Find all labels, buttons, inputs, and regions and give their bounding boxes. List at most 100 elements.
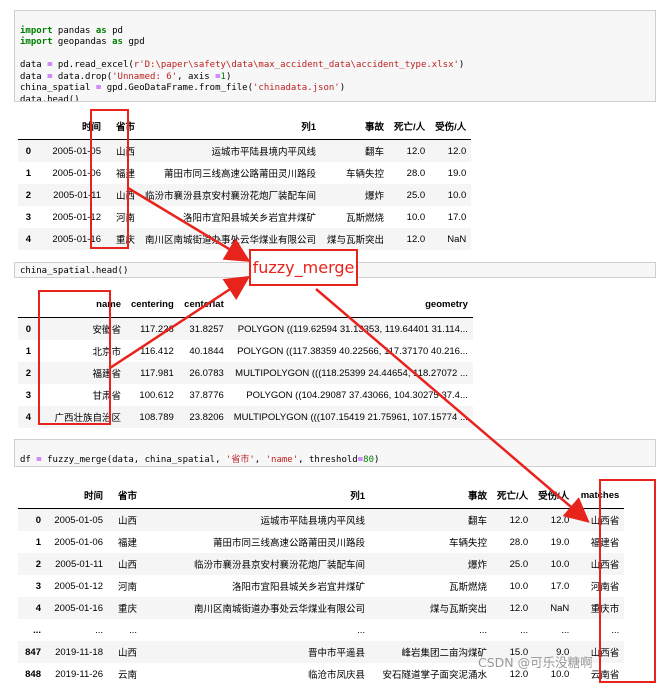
code-line: data = data.drop('Unnamed: 6', axis =1) [20, 71, 232, 82]
table-cell: NaN [447, 233, 467, 245]
table-cell: 福建 [117, 538, 137, 549]
table-cell: 25.0 [406, 189, 426, 201]
column-header: geometry [228, 291, 473, 318]
table-cell: 山西 [117, 560, 137, 571]
table-cell: ... [479, 624, 487, 636]
table-cell: ... [95, 624, 103, 636]
table-cell: 2005-01-16 [54, 602, 103, 614]
column-header: matches [574, 482, 625, 509]
table-cell: 云南 [117, 670, 137, 681]
code-line: df [20, 466, 31, 467]
row-index: 4 [35, 602, 41, 614]
table-cell: 25.0 [509, 558, 529, 570]
table-row: ........................ [18, 619, 625, 641]
column-header: 事故 [321, 113, 390, 140]
table-cell: 福建省 [590, 538, 620, 549]
fuzzy-merge-label: fuzzy_merge [249, 249, 358, 286]
table-cell: 19.0 [447, 167, 467, 179]
table-row: 4 广西壮族自治区 108.789 23.8206 MULTIPOLYGON (((10… [18, 406, 473, 428]
row-index: 2 [25, 189, 31, 201]
table-cell: ... [520, 624, 529, 636]
row-index: 0 [35, 514, 41, 526]
table-cell: 12.0 [509, 514, 529, 526]
table-cell: 12.0 [406, 233, 426, 245]
table-row: 1 2005-01-06 福建 莆田市同三线高速公路莆田灵川路段 车辆失控 28.0 19.… [18, 531, 625, 553]
table-cell: 10.0 [447, 189, 467, 201]
table-cell: 福建省 [92, 369, 121, 380]
table-cell: 2019-11-18 [55, 646, 103, 658]
table-cell: 12.0 [550, 514, 570, 526]
table-cell: 莆田市同三线高速公路莆田灵川路段 [212, 538, 365, 549]
table-cell: 运城市平陆县境内平风线 [211, 147, 317, 158]
table-cell: POLYGON ((119.62594 31.13353, 119.64401 … [237, 323, 468, 335]
table-row: 2 福建省 117.981 26.0783 MULTIPOLYGON (((118.25… [18, 362, 473, 384]
code-cell-fuzzy-merge[interactable]: df = fuzzy_merge(data, china_spatial, '省… [14, 439, 656, 467]
table-cell: 2005-01-06 [52, 167, 101, 179]
column-header: 列1 [140, 113, 322, 140]
table-cell: 山西 [115, 191, 135, 202]
row-index: 3 [25, 211, 31, 223]
table-cell: 山西 [117, 516, 137, 527]
table-cell: 26.0783 [189, 367, 224, 379]
table-cell: 12.0 [447, 145, 467, 157]
table-cell: 108.789 [139, 411, 174, 423]
table-row: 1 2005-01-06 福建 莆田市同三线高速公路莆田灵川路段 车辆失控 28.0 19.… [18, 162, 472, 184]
watermark: CSDN @可乐没糖啊 [478, 655, 593, 670]
table-cell: 洛阳市宜阳县城关乡岩宜井煤矿 [183, 213, 317, 224]
row-index: 0 [25, 323, 31, 335]
code-cell-imports[interactable]: import pandas as pd import geopandas as … [14, 10, 656, 102]
table-cell: 煤与瓦斯突出 [429, 604, 487, 615]
table-cell: 临汾市襄汾县京安村襄汾花炮厂装配车间 [193, 560, 365, 571]
row-index: ... [33, 624, 41, 636]
column-header: 时间 [46, 482, 108, 509]
table-row: 0 安徽省 117.226 31.8257 POLYGON ((119.62594 31… [18, 317, 473, 340]
column-header: 受伤/人 [533, 482, 575, 509]
table-row: 4 2005-01-16 重庆 南川区南城街道办事处云华煤业有限公司 煤与瓦斯突出 12.… [18, 597, 625, 619]
table-cell: MULTIPOLYGON (((118.25399 24.44654, 118.… [235, 367, 468, 379]
code-line: import geopandas as gpd [20, 37, 145, 47]
row-index: 4 [25, 411, 31, 423]
table-cell: 2005-01-11 [55, 558, 103, 570]
dataframe-spatial-head: name centering centerlat geometry 0 安徽省 117.22… [18, 291, 473, 428]
table-cell: 运城市平陆县境内平风线 [260, 516, 365, 527]
table-cell: 2005-01-05 [54, 514, 103, 526]
table-cell: 河南 [117, 582, 137, 593]
table-cell: 临汾市襄汾县京安村襄汾花炮厂装配车间 [145, 191, 317, 202]
table-cell: 翻车 [467, 516, 487, 527]
table-cell: 117.226 [140, 323, 174, 335]
column-header [18, 291, 36, 318]
row-index: 1 [35, 536, 41, 548]
row-index: 3 [35, 580, 41, 592]
table-cell: 安石隧道掌子面突泥涌水 [382, 670, 487, 681]
code-line: data = pd.read_excel(r'D:\paper\safety\d… [20, 60, 465, 70]
column-header: 死亡/人 [389, 113, 431, 140]
table-cell: 山西省 [590, 560, 620, 571]
table-cell: 17.0 [550, 580, 570, 592]
column-header: centerlat [178, 291, 229, 318]
table-cell: 南川区南城街道办事处云华煤业有限公司 [193, 604, 365, 615]
table-cell: 煤与瓦斯突出 [327, 235, 385, 246]
dataframe-accidents-head: 时间 省市 列1 事故 死亡/人 受伤/人 0 2005-01-05 山西 运城市平陆县境内平风线… [18, 113, 472, 250]
column-header [18, 482, 46, 509]
table-cell: 河南省 [590, 582, 620, 593]
table-cell: 100.612 [139, 389, 174, 401]
table-cell: 山西 [115, 147, 135, 158]
table-cell: 爆炸 [467, 560, 487, 571]
table-cell: ... [129, 624, 137, 636]
table-cell: 40.1844 [189, 345, 224, 357]
table-cell: 广西壮族自治区 [54, 413, 121, 424]
table-cell: 19.0 [550, 536, 570, 548]
table-cell: MULTIPOLYGON (((107.15419 21.75961, 107.… [233, 411, 468, 423]
table-cell: 2005-01-12 [54, 580, 103, 592]
table-row: 4 2005-01-16 重庆 南川区南城街道办事处云华煤业有限公司 煤与瓦斯突出 12.… [18, 228, 472, 250]
table-cell: 31.8257 [189, 323, 224, 335]
table-cell: 翻车 [365, 147, 385, 158]
table-row: 2 2005-01-11 山西 临汾市襄汾县京安村襄汾花炮厂装配车间 爆炸 25.0 10.… [18, 553, 625, 575]
table-cell: 甘肃省 [92, 391, 121, 402]
table-cell: 洛阳市宜阳县城关乡岩宜井煤矿 [231, 582, 365, 593]
table-cell: 2005-01-16 [52, 233, 101, 245]
table-cell: 2005-01-05 [52, 145, 101, 157]
table-cell: 12.0 [406, 145, 426, 157]
table-cell: 23.8206 [189, 411, 224, 423]
table-cell: 山西省 [590, 516, 620, 527]
